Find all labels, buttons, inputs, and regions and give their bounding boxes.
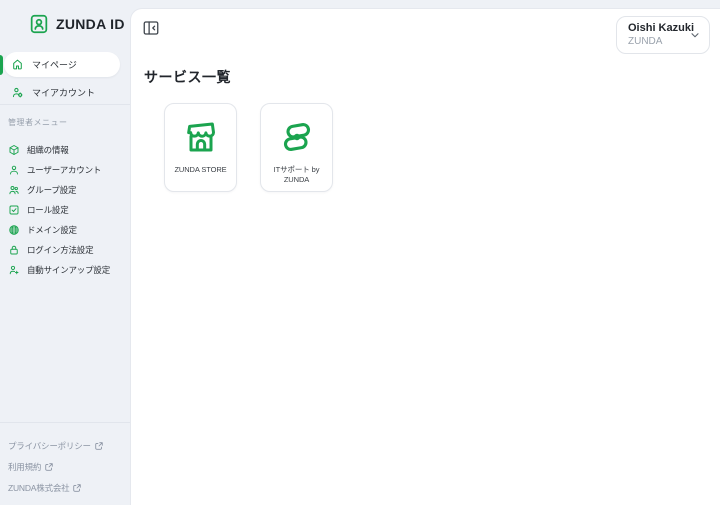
sidebar-item-group-settings[interactable]: グループ設定 <box>0 180 130 200</box>
brand-logo[interactable]: ZUNDA ID <box>28 13 125 35</box>
sidebar-item-label: 組織の情報 <box>27 144 69 156</box>
person-gear-icon <box>11 86 24 99</box>
storefront-icon <box>181 117 221 157</box>
person-plus-icon <box>8 264 20 276</box>
active-item-indicator <box>0 55 3 75</box>
service-card-zunda-store[interactable]: ZUNDA STORE <box>164 103 237 192</box>
panel-collapse-icon <box>142 19 160 37</box>
checkbox-check-icon <box>8 204 20 216</box>
zunda-z-logo-icon <box>277 117 317 157</box>
sidebar-item-myaccount[interactable]: マイアカウント <box>4 81 120 103</box>
sidebar-item-label: ユーザーアカウント <box>27 164 101 176</box>
link-label: 利用規約 <box>8 461 41 473</box>
external-link-icon <box>73 484 81 492</box>
cube-icon <box>8 144 20 156</box>
sidebar-item-organization[interactable]: 組織の情報 <box>0 140 130 160</box>
user-menu-button[interactable]: Oishi Kazuki ZUNDA <box>616 16 710 54</box>
sidebar-item-label: ドメイン設定 <box>27 224 77 236</box>
sidebar-item-label: マイページ <box>32 58 77 71</box>
terms-of-service-link[interactable]: 利用規約 <box>8 461 53 473</box>
user-organization: ZUNDA <box>628 36 689 49</box>
link-label: ZUNDA株式会社 <box>8 482 69 494</box>
sidebar-collapse-button[interactable] <box>142 19 160 37</box>
sidebar-footer-divider <box>0 422 130 423</box>
sidebar-item-auto-signup-settings[interactable]: 自動サインアップ設定 <box>0 260 130 280</box>
page-title: サービス一覧 <box>144 67 231 87</box>
sidebar-item-label: グループ設定 <box>27 184 76 196</box>
sidebar-item-user-accounts[interactable]: ユーザーアカウント <box>0 160 130 180</box>
link-label: プライバシーポリシー <box>8 440 91 452</box>
globe-icon <box>8 224 20 236</box>
home-icon <box>11 58 24 71</box>
chevron-down-icon <box>689 29 701 41</box>
external-link-icon <box>45 463 53 471</box>
sidebar-divider <box>0 104 130 105</box>
sidebar: ZUNDA ID マイページ マイアカウント 管理者メニュー 組織の情報 <box>0 0 130 505</box>
id-badge-icon <box>28 13 50 35</box>
service-card-list: ZUNDA STORE ITサポート by ZUNDA <box>164 103 333 192</box>
sidebar-item-label: マイアカウント <box>32 86 95 99</box>
admin-menu-list: 組織の情報 ユーザーアカウント グループ設定 ロール設定 <box>0 140 130 280</box>
group-icon <box>8 184 20 196</box>
user-icon <box>8 164 20 176</box>
sidebar-item-domain-settings[interactable]: ドメイン設定 <box>0 220 130 240</box>
service-card-it-support[interactable]: ITサポート by ZUNDA <box>260 103 333 192</box>
sidebar-item-mypage[interactable]: マイページ <box>4 52 120 77</box>
user-info: Oishi Kazuki ZUNDA <box>628 22 689 48</box>
sidebar-item-login-method-settings[interactable]: ログイン方法設定 <box>0 240 130 260</box>
brand-name: ZUNDA ID <box>56 16 125 32</box>
service-card-label: ITサポート by ZUNDA <box>266 165 328 185</box>
privacy-policy-link[interactable]: プライバシーポリシー <box>8 440 103 452</box>
user-name: Oishi Kazuki <box>628 22 689 36</box>
sidebar-item-label: ログイン方法設定 <box>27 244 93 256</box>
external-link-icon <box>95 442 103 450</box>
main-panel: Oishi Kazuki ZUNDA サービス一覧 ZUNDA STORE IT… <box>130 8 720 505</box>
service-card-label: ZUNDA STORE <box>170 165 232 175</box>
sidebar-item-label: ロール設定 <box>27 204 69 216</box>
lock-icon <box>8 244 20 256</box>
sidebar-item-label: 自動サインアップ設定 <box>27 264 110 276</box>
sidebar-item-role-settings[interactable]: ロール設定 <box>0 200 130 220</box>
admin-menu-section-label: 管理者メニュー <box>8 117 68 128</box>
company-link[interactable]: ZUNDA株式会社 <box>8 482 81 494</box>
